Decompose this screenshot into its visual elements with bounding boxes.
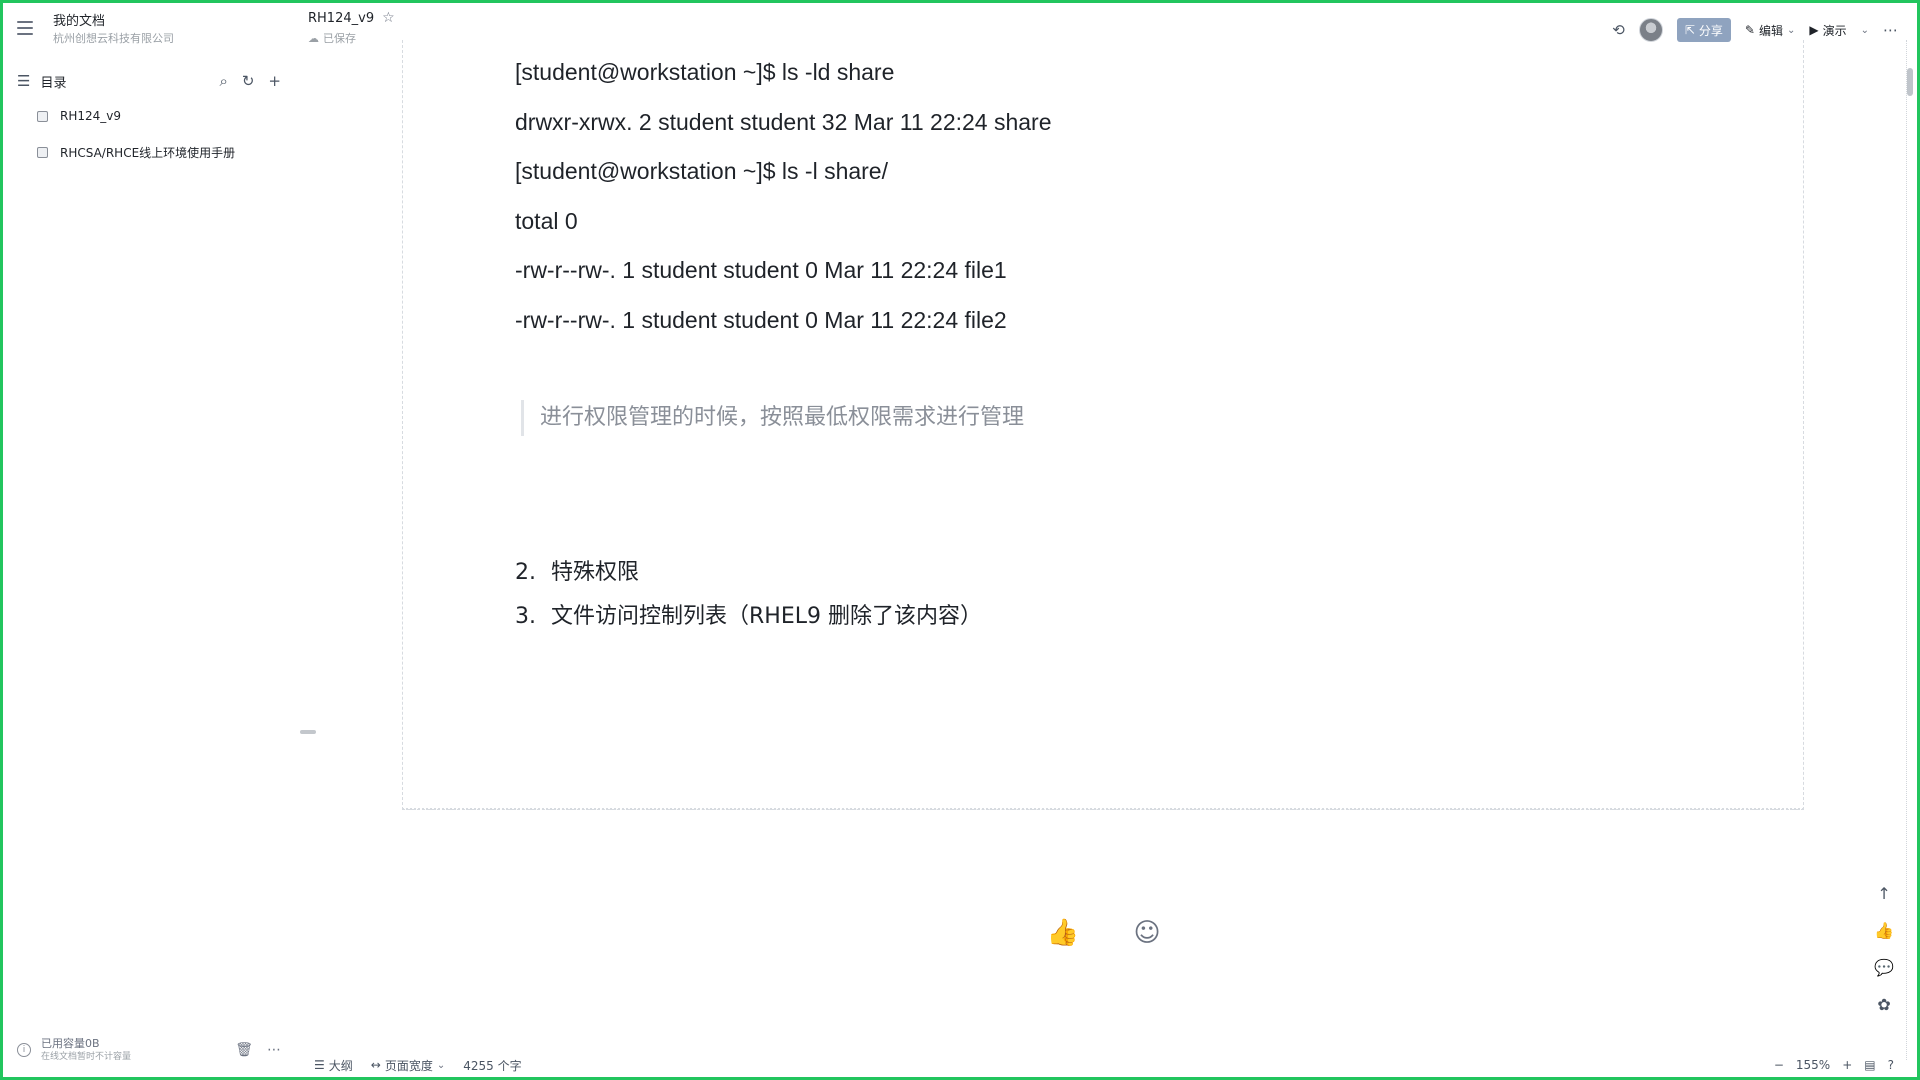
code-line: [student@workstation ~]$ ls -l share/ <box>515 158 888 185</box>
line-gutter <box>300 378 316 734</box>
list-number: 3. <box>515 604 536 629</box>
saved-status: ☁ 已保存 <box>308 30 395 46</box>
sidebar-item-manual[interactable]: RHCSA/RHCE线上环境使用手册 <box>37 141 235 163</box>
scroll-top-icon[interactable]: ↑ <box>1877 884 1890 903</box>
comment-icon[interactable]: 💬 <box>1874 958 1894 977</box>
star-icon[interactable]: ☆ <box>382 10 395 26</box>
share-icon: ⇱ <box>1684 23 1695 37</box>
chevron-down-icon: ⌄ <box>1786 24 1796 36</box>
code-line: drwxr-xrwx. 2 student student 32 Mar 11 … <box>515 108 1052 135</box>
present-button[interactable]: ▶ 演示 <box>1809 22 1846 39</box>
storage-info: 已用容量0B 在线文档暂时不计容量 <box>41 1037 221 1063</box>
word-count: 4255 个字 <box>463 1058 522 1073</box>
share-label: 分享 <box>1698 23 1723 38</box>
outline-button[interactable]: ☰ 大纲 <box>314 1057 353 1074</box>
code-line: [student@workstation ~]$ ls -ld share <box>515 59 895 85</box>
more-icon[interactable]: ⋯ <box>1883 21 1898 39</box>
pencil-icon: ✎ <box>1744 23 1755 37</box>
present-label: 演示 <box>1822 23 1847 38</box>
toc-actions: ⌕ ↻ + <box>219 72 281 90</box>
scrollbar-track[interactable] <box>1906 40 1914 1060</box>
sidebar-item-label: RH124_v9 <box>60 109 122 123</box>
help-icon[interactable]: ? <box>1888 1058 1894 1072</box>
zoom-level[interactable]: 155% <box>1796 1058 1830 1072</box>
history-icon[interactable]: ⟲ <box>1612 21 1625 39</box>
outline-icon: ☰ <box>314 1058 325 1072</box>
list-item[interactable]: 3. 文件访问控制列表（RHEL9 删除了该内容） <box>515 600 982 644</box>
code-block[interactable]: [student@workstation ~]$ ls -ld share dr… <box>515 55 1052 353</box>
blockquote[interactable]: 进行权限管理的时候，按照最低权限需求进行管理 <box>521 400 1024 436</box>
doc-title-area: RH124_v9 ☆ ☁ 已保存 <box>308 10 395 46</box>
trash-icon[interactable]: 🗑 <box>235 1042 253 1058</box>
storage-note: 在线文档暂时不计容量 <box>41 1052 132 1062</box>
toc-icon: ☰ <box>17 72 31 90</box>
sidebar: 我的文档 杭州创想云科技有限公司 ☰ 目录 ⌕ ↻ + RH124_v9 RHC… <box>3 3 293 1077</box>
feedback-icon[interactable]: ✿ <box>1877 995 1890 1014</box>
code-line: total 0 <box>515 207 578 234</box>
list-text: 特殊权限 <box>551 560 640 585</box>
edit-button[interactable]: ✎ 编辑 ⌄ <box>1745 22 1795 39</box>
status-bar: ☰ 大纲 ↔ 页面宽度 ⌄ 4255 个字 <box>314 1054 522 1076</box>
refresh-icon[interactable]: ↻ <box>242 72 255 90</box>
chevron-down-icon: ⌄ <box>436 1059 446 1071</box>
width-icon: ↔ <box>370 1058 381 1072</box>
zoom-in-icon[interactable]: + <box>1842 1058 1852 1072</box>
cloud-icon: ☁ <box>308 31 319 45</box>
code-line: -rw-r--rw-. 1 student student 0 Mar 11 2… <box>515 257 1007 284</box>
scrollbar-thumb[interactable] <box>1907 68 1913 96</box>
info-icon[interactable]: i <box>17 1043 31 1057</box>
code-line: -rw-r--rw-. 1 student student 0 Mar 11 2… <box>515 306 1007 333</box>
doc-title-row: RH124_v9 ☆ <box>308 10 395 26</box>
document-icon <box>37 110 48 122</box>
hamburger-icon[interactable] <box>17 21 33 35</box>
sidebar-item-label: RHCSA/RHCE线上环境使用手册 <box>60 145 236 160</box>
storage-used: 已用容量0B <box>41 1037 100 1050</box>
outline-label: 大纲 <box>328 1058 353 1073</box>
ordered-list: 2. 特殊权限 3. 文件访问控制列表（RHEL9 删除了该内容） <box>515 556 982 644</box>
sidebar-footer: i 已用容量0B 在线文档暂时不计容量 🗑 ⋯ <box>17 1033 281 1067</box>
list-text: 文件访问控制列表（RHEL9 删除了该内容） <box>551 604 982 629</box>
workspace-title[interactable]: 我的文档 <box>53 13 174 31</box>
toc-header: ☰ 目录 ⌕ ↻ + <box>17 69 281 93</box>
toc-label: 目录 <box>40 75 67 91</box>
doc-title[interactable]: RH124_v9 <box>308 11 374 26</box>
more-icon[interactable]: ⋯ <box>267 1042 281 1058</box>
saved-label: 已保存 <box>323 32 356 45</box>
share-button[interactable]: ⇱ 分享 <box>1676 18 1731 42</box>
page-break <box>402 808 1804 810</box>
list-number: 2. <box>515 560 536 585</box>
edit-label: 编辑 <box>1758 23 1783 38</box>
plus-icon[interactable]: + <box>268 72 281 90</box>
sidebar-item-rh124[interactable]: RH124_v9 <box>37 105 122 127</box>
reactions: 👍 ☺ <box>1046 916 1164 950</box>
document-icon <box>37 146 48 158</box>
list-item[interactable]: 2. 特殊权限 <box>515 556 982 600</box>
zoom-controls: − 155% + ▤ ? <box>1774 1054 1894 1076</box>
layout-icon[interactable]: ▤ <box>1864 1058 1875 1072</box>
right-rail: ↑ 👍 💬 ✿ <box>1874 884 1894 1014</box>
zoom-out-icon[interactable]: − <box>1774 1058 1784 1072</box>
page-width-button[interactable]: ↔ 页面宽度 ⌄ <box>371 1057 445 1074</box>
workspace-subtitle: 杭州创想云科技有限公司 <box>53 32 174 45</box>
search-icon[interactable]: ⌕ <box>219 72 227 90</box>
chevron-down-icon[interactable]: ⌄ <box>1861 25 1869 36</box>
avatar[interactable] <box>1638 18 1663 42</box>
page-width-label: 页面宽度 <box>384 1058 433 1073</box>
workspace-header: 我的文档 杭州创想云科技有限公司 <box>17 13 174 47</box>
play-icon: ▶ <box>1809 23 1819 37</box>
like-icon[interactable]: 👍 <box>1874 921 1894 940</box>
add-emoji-icon[interactable]: ☺ <box>1130 916 1164 950</box>
thumbs-up-icon[interactable]: 👍 <box>1046 916 1080 950</box>
